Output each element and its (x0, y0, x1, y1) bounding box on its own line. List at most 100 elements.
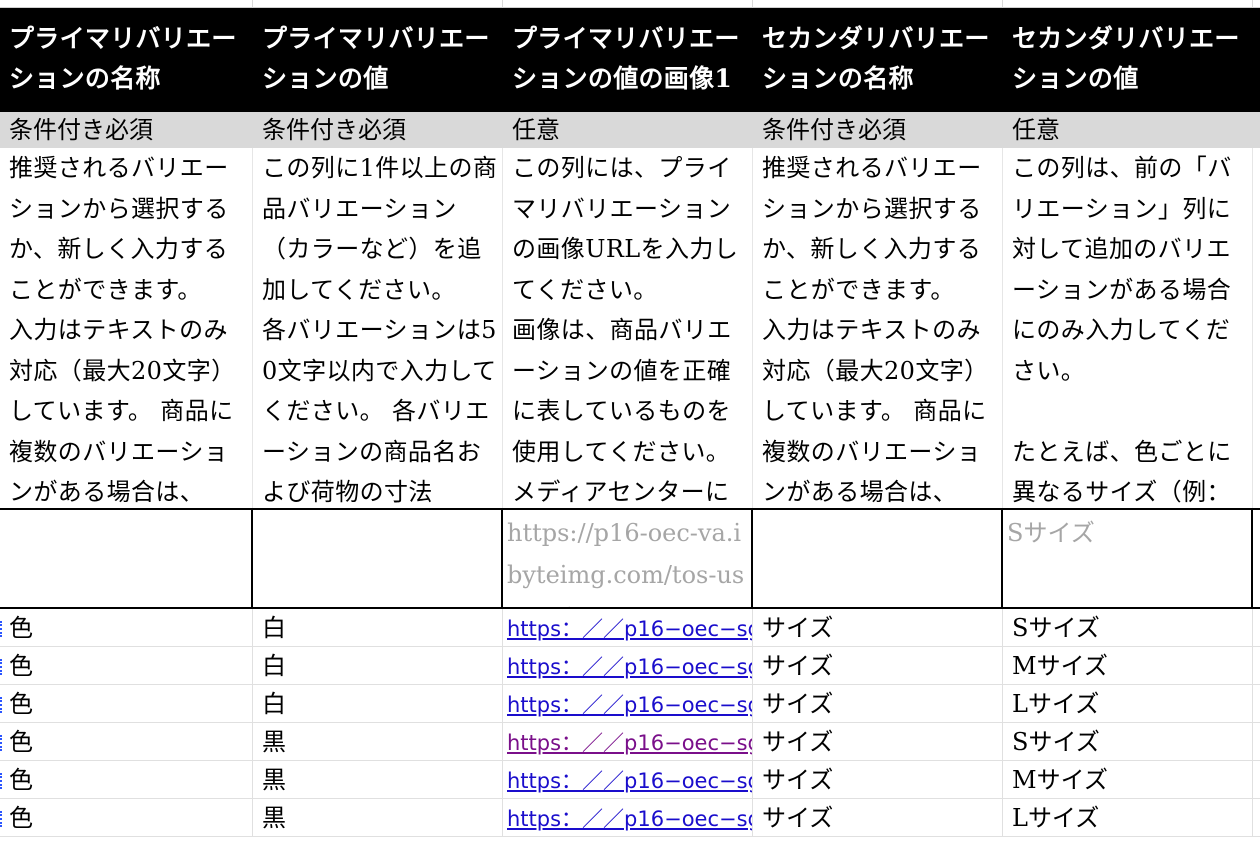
header-cell-primary-variation-value[interactable]: プライマリバリエーションの値 (253, 8, 503, 112)
description-cell[interactable]: 推奨されるバリエーションから選択するか、新しく入力することができます。 入力はテ… (753, 148, 1003, 508)
selection-marker (0, 735, 5, 751)
image-url-link[interactable]: https：／／p16−oec−sg. (507, 807, 752, 831)
cell-primary-name[interactable]: 色 (0, 647, 253, 685)
cell-partial[interactable] (1253, 799, 1260, 837)
description-cell[interactable]: この列に1件以上の商品バリエーション（カラーなど）を追加してください。 各バリエ… (253, 148, 503, 508)
image-url-link[interactable]: https：／／p16−oec−sg. (507, 617, 752, 641)
cell-secondary-value[interactable]: Lサイズ (1003, 685, 1253, 723)
cell-primary-value[interactable]: 黒 (253, 723, 503, 761)
cell-text: Sサイズ (1012, 614, 1100, 642)
requirement-cell-partial[interactable] (1253, 112, 1260, 148)
cell-text: Sサイズ (1012, 728, 1100, 756)
cell-secondary-name[interactable]: サイズ (753, 799, 1003, 837)
cell[interactable] (753, 0, 1003, 8)
example-cell[interactable] (0, 510, 253, 607)
example-cell-size[interactable]: Sサイズ (1003, 510, 1253, 607)
cell-partial[interactable] (1253, 609, 1260, 647)
cell-primary-value[interactable]: 白 (253, 647, 503, 685)
cell-text: サイズ (762, 804, 834, 832)
description-cell[interactable]: この列は、前の「バリエーション」列に対して追加のバリエーションがある場合にのみ入… (1003, 148, 1253, 508)
cell-text: 白 (262, 690, 286, 718)
cell-primary-name[interactable]: 色 (0, 609, 253, 647)
cell-partial[interactable] (1253, 647, 1260, 685)
cell-text: 色 (9, 804, 33, 832)
cell-primary-name[interactable]: 色 (0, 761, 253, 799)
cell-partial[interactable] (1253, 761, 1260, 799)
cell-primary-value[interactable]: 白 (253, 685, 503, 723)
example-cell-image-url[interactable]: https://p16-oec-va.ibyteimg.com/tos-usea… (503, 510, 753, 607)
image-url-link[interactable]: https：／／p16−oec−sg. (507, 731, 752, 755)
cell-text: サイズ (762, 614, 834, 642)
cell-partial[interactable] (1253, 723, 1260, 761)
header-cell-partial[interactable]: セ (1253, 8, 1260, 112)
cell-image-link[interactable]: https：／／p16−oec−sg. (503, 723, 753, 761)
cell-text: 白 (262, 614, 286, 642)
example-row: https://p16-oec-va.ibyteimg.com/tos-usea… (0, 508, 1260, 609)
selection-marker (0, 697, 5, 713)
cell-secondary-name[interactable]: サイズ (753, 609, 1003, 647)
requirement-cell[interactable]: 条件付き必須 (253, 112, 503, 148)
selection-marker (0, 811, 5, 827)
table-row: 色 白 https：／／p16−oec−sg. サイズ Mサイズ (0, 647, 1260, 685)
requirement-cell[interactable]: 条件付き必須 (753, 112, 1003, 148)
example-cell[interactable] (253, 510, 503, 607)
cell-primary-value[interactable]: 黒 (253, 761, 503, 799)
cell-secondary-value[interactable]: Mサイズ (1003, 761, 1253, 799)
cell-primary-name[interactable]: 色 (0, 723, 253, 761)
example-cell-partial[interactable] (1253, 510, 1260, 607)
cell-text: Mサイズ (1012, 652, 1108, 680)
header-cell-primary-variation-image[interactable]: プライマリバリエーションの値の画像1 (503, 8, 753, 112)
cell-image-link[interactable]: https：／／p16−oec−sg. (503, 647, 753, 685)
header-cell-secondary-variation-name[interactable]: セカンダリバリエーションの名称 (753, 8, 1003, 112)
description-cell[interactable]: この列には、プライマリバリエーションの画像URLを入力してください。 画像は、商… (503, 148, 753, 508)
image-url-link[interactable]: https：／／p16−oec−sg. (507, 693, 752, 717)
image-url-link[interactable]: https：／／p16−oec−sg. (507, 655, 752, 679)
cell-image-link[interactable]: https：／／p16−oec−sg. (503, 685, 753, 723)
header-cell-primary-variation-name[interactable]: プライマリバリエーションの名称 (0, 8, 253, 112)
cell-image-link[interactable]: https：／／p16−oec−sg. (503, 799, 753, 837)
cell-secondary-name[interactable]: サイズ (753, 685, 1003, 723)
image-url-link[interactable]: https：／／p16−oec−sg. (507, 769, 752, 793)
example-cell[interactable] (753, 510, 1003, 607)
cell-secondary-name[interactable]: サイズ (753, 647, 1003, 685)
cell-primary-value[interactable]: 白 (253, 609, 503, 647)
cell[interactable] (503, 0, 753, 8)
selection-marker (0, 659, 5, 675)
cell-secondary-value[interactable]: Mサイズ (1003, 647, 1253, 685)
cell-text: 黒 (262, 766, 286, 794)
cell-primary-name[interactable]: 色 (0, 799, 253, 837)
cell[interactable] (253, 0, 503, 8)
description-cell[interactable]: 推奨されるバリエーションから選択するか、新しく入力することができます。 入力はテ… (0, 148, 253, 508)
cell-secondary-value[interactable]: Lサイズ (1003, 799, 1253, 837)
cell[interactable] (0, 0, 253, 8)
cell-text: 黒 (262, 728, 286, 756)
cell-text: 色 (9, 614, 33, 642)
cell-partial[interactable] (1253, 685, 1260, 723)
cell-text: Mサイズ (1012, 766, 1108, 794)
cell-text: 白 (262, 652, 286, 680)
requirement-cell[interactable]: 任意 (1003, 112, 1253, 148)
description-row: 推奨されるバリエーションから選択するか、新しく入力することができます。 入力はテ… (0, 148, 1260, 508)
cell-text: 黒 (262, 804, 286, 832)
cell-text: サイズ (762, 766, 834, 794)
header-cell-secondary-variation-value[interactable]: セカンダリバリエーションの値 (1003, 8, 1253, 112)
cell-text: 色 (9, 652, 33, 680)
cell-image-link[interactable]: https：／／p16−oec−sg. (503, 609, 753, 647)
description-cell-partial[interactable] (1253, 148, 1260, 508)
cell-secondary-value[interactable]: Sサイズ (1003, 609, 1253, 647)
cell-text: 色 (9, 766, 33, 794)
table-row: 色 黒 https：／／p16−oec−sg. サイズ Sサイズ (0, 723, 1260, 761)
cell[interactable] (1253, 0, 1260, 8)
cell[interactable] (1003, 0, 1253, 8)
cell-secondary-name[interactable]: サイズ (753, 723, 1003, 761)
requirement-row: 条件付き必須 条件付き必須 任意 条件付き必須 任意 (0, 112, 1260, 148)
requirement-cell[interactable]: 条件付き必須 (0, 112, 253, 148)
cell-primary-name[interactable]: 色 (0, 685, 253, 723)
cell-secondary-name[interactable]: サイズ (753, 761, 1003, 799)
cell-image-link[interactable]: https：／／p16−oec−sg. (503, 761, 753, 799)
requirement-cell[interactable]: 任意 (503, 112, 753, 148)
cell-secondary-value[interactable]: Sサイズ (1003, 723, 1253, 761)
spreadsheet-grid[interactable]: プライマリバリエーションの名称 プライマリバリエーションの値 プライマリバリエー… (0, 0, 1260, 846)
cell-primary-value[interactable]: 黒 (253, 799, 503, 837)
table-row: 色 黒 https：／／p16−oec−sg. サイズ Mサイズ (0, 761, 1260, 799)
